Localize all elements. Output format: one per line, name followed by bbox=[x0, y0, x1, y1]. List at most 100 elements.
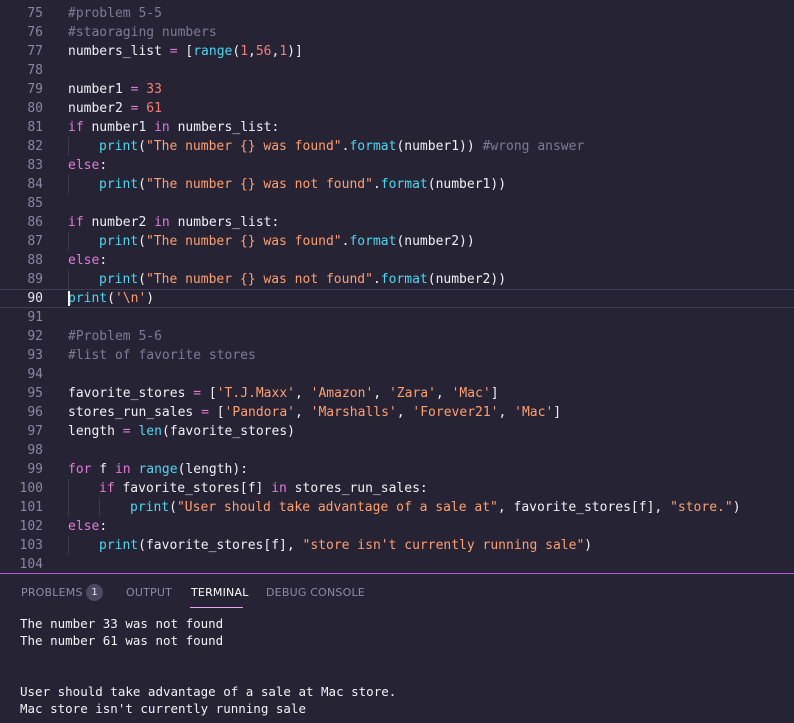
code-text: #problem 5-5 bbox=[68, 4, 162, 23]
code-line[interactable]: 77 numbers_list = [range(1,56,1)] bbox=[0, 42, 794, 61]
code-token: : bbox=[99, 519, 108, 534]
code-line[interactable]: 82 print("The number {} was found".format… bbox=[0, 137, 794, 156]
line-number: 81 bbox=[27, 120, 43, 135]
code-token: if bbox=[68, 120, 84, 135]
code-line[interactable]: 88 else: bbox=[0, 251, 794, 270]
code-text: stores_run_sales = ['Pandora', 'Marshall… bbox=[68, 403, 561, 422]
code-token: (favorite_stores[f], bbox=[138, 538, 303, 553]
line-number: 77 bbox=[27, 44, 43, 59]
code-line[interactable]: 90 print('\n') bbox=[0, 289, 794, 308]
code-text: else: bbox=[68, 517, 107, 536]
code-token: range bbox=[138, 462, 178, 477]
code-text: number1 = 33 bbox=[68, 80, 162, 99]
line-number: 95 bbox=[27, 386, 43, 401]
line-number: 101 bbox=[19, 500, 43, 515]
code-line[interactable]: 94 bbox=[0, 365, 794, 384]
code-token: else bbox=[68, 158, 100, 173]
code-token: #problem 5-5 bbox=[68, 6, 162, 21]
code-token: ( bbox=[107, 291, 115, 306]
line-number: 80 bbox=[27, 101, 43, 116]
code-token: )] bbox=[287, 44, 303, 59]
code-token: numbers_list: bbox=[169, 120, 280, 135]
code-token: ( bbox=[138, 177, 146, 192]
code-text: print(favorite_stores[f], "store isn't c… bbox=[99, 536, 592, 555]
code-line[interactable]: 98 bbox=[0, 441, 794, 460]
line-number: 93 bbox=[27, 348, 43, 363]
code-line[interactable]: 81 if number1 in numbers_list: bbox=[0, 118, 794, 137]
code-line[interactable]: 91 bbox=[0, 308, 794, 327]
code-token: , bbox=[295, 405, 311, 420]
code-line[interactable]: 79 number1 = 33 bbox=[0, 80, 794, 99]
code-token: stores_run_sales bbox=[68, 405, 202, 420]
tab-debug-console[interactable]: DEBUG CONSOLE bbox=[266, 586, 365, 599]
code-token: , bbox=[248, 44, 256, 59]
code-token: 'Mac' bbox=[451, 386, 491, 401]
code-text: print("User should take advantage of a s… bbox=[130, 498, 741, 517]
code-token: 'T.J.Maxx' bbox=[216, 386, 295, 401]
code-line[interactable]: 87 print("The number {} was found".format… bbox=[0, 232, 794, 251]
code-line[interactable]: 97 length = len(favorite_stores) bbox=[0, 422, 794, 441]
code-line[interactable]: 100 if favorite_stores[f] in stores_run_s… bbox=[0, 479, 794, 498]
code-line[interactable]: 103 print(favorite_stores[f], "store isn'… bbox=[0, 536, 794, 555]
code-token: 'Zara' bbox=[388, 386, 436, 401]
code-text: favorite_stores = ['T.J.Maxx', 'Amazon',… bbox=[68, 384, 499, 403]
code-text: else: bbox=[68, 251, 107, 270]
indent-guide bbox=[68, 270, 69, 289]
line-number: 89 bbox=[27, 272, 43, 287]
code-line[interactable]: 104 bbox=[0, 555, 794, 573]
code-token: #wrong answer bbox=[482, 139, 585, 154]
code-token: = bbox=[201, 405, 209, 420]
code-line[interactable]: 92 #Problem 5-6 bbox=[0, 327, 794, 346]
code-line[interactable]: 101 print("User should take advantage of … bbox=[0, 498, 794, 517]
code-line[interactable]: 89 print("The number {} was not found".fo… bbox=[0, 270, 794, 289]
tab-output[interactable]: OUTPUT bbox=[126, 586, 172, 599]
indent-guide bbox=[68, 175, 69, 194]
text-cursor bbox=[68, 291, 70, 306]
code-line[interactable]: 76 #staoraging numbers bbox=[0, 23, 794, 42]
line-number: 79 bbox=[27, 82, 43, 97]
code-token: else bbox=[68, 253, 100, 268]
code-token: format bbox=[349, 139, 397, 154]
code-editor[interactable]: 75 #problem 5-5 76 #staoraging numbers 77 num… bbox=[0, 0, 794, 573]
code-line[interactable]: 86 if number2 in numbers_list: bbox=[0, 213, 794, 232]
code-text: for f in range(length): bbox=[68, 460, 248, 479]
terminal-line: The number 33 was not found bbox=[20, 616, 224, 631]
code-line[interactable]: 80 number2 = 61 bbox=[0, 99, 794, 118]
terminal-line: Mac store isn't currently running sale bbox=[20, 701, 306, 716]
code-token: 'Marshalls' bbox=[310, 405, 397, 420]
line-number: 97 bbox=[27, 424, 43, 439]
code-text: length = len(favorite_stores) bbox=[68, 422, 295, 441]
code-line[interactable]: 96 stores_run_sales = ['Pandora', 'Marsha… bbox=[0, 403, 794, 422]
code-line[interactable]: 84 print("The number {} was not found".fo… bbox=[0, 175, 794, 194]
code-line[interactable]: 75 #problem 5-5 bbox=[0, 4, 794, 23]
code-token: "The number {} was found" bbox=[145, 234, 342, 249]
code-token: number1 bbox=[83, 120, 155, 135]
code-token: '\n' bbox=[114, 291, 147, 306]
code-line[interactable]: 78 bbox=[0, 61, 794, 80]
code-token: ) bbox=[146, 291, 155, 306]
code-token: [ bbox=[208, 405, 225, 420]
code-token: in bbox=[154, 120, 170, 135]
code-token: 'Mac' bbox=[514, 405, 554, 420]
code-token: (number1)) bbox=[427, 177, 507, 192]
code-line[interactable]: 85 bbox=[0, 194, 794, 213]
tab-problems[interactable]: PROBLEMS bbox=[21, 586, 83, 599]
line-number: 96 bbox=[27, 405, 43, 420]
code-token: print bbox=[99, 538, 139, 553]
code-token: = bbox=[122, 424, 131, 439]
code-token: #list of favorite stores bbox=[68, 348, 256, 363]
problems-count-badge: 1 bbox=[86, 584, 103, 601]
line-number: 100 bbox=[19, 481, 43, 496]
code-line[interactable]: 95 favorite_stores = ['T.J.Maxx', 'Amazon… bbox=[0, 384, 794, 403]
code-token: print bbox=[130, 500, 170, 515]
tab-terminal[interactable]: TERMINAL bbox=[191, 586, 249, 599]
code-token: #Problem 5-6 bbox=[68, 329, 162, 344]
code-text: number2 = 61 bbox=[68, 99, 162, 118]
code-line[interactable]: 99 for f in range(length): bbox=[0, 460, 794, 479]
code-token: range bbox=[193, 44, 233, 59]
code-line[interactable]: 102 else: bbox=[0, 517, 794, 536]
code-token: (favorite_stores) bbox=[161, 424, 295, 439]
code-line[interactable]: 83 else: bbox=[0, 156, 794, 175]
code-line[interactable]: 93 #list of favorite stores bbox=[0, 346, 794, 365]
code-token: length bbox=[68, 424, 123, 439]
